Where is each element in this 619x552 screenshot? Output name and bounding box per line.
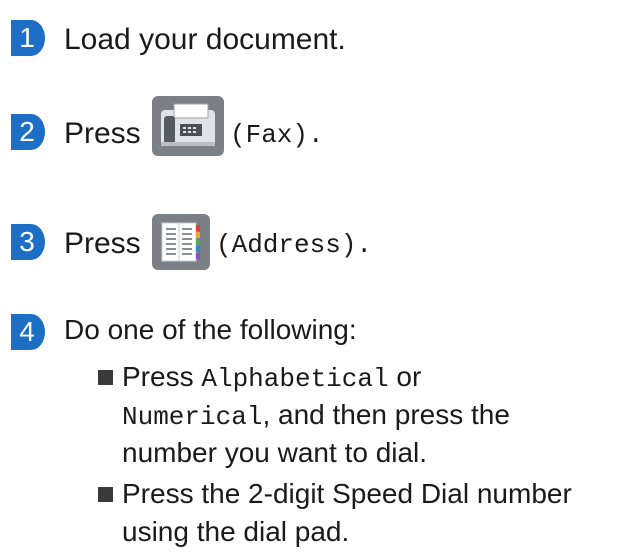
step-3-press-label: Press bbox=[64, 227, 141, 260]
numerical-option: Numerical bbox=[122, 402, 263, 432]
step-4-text: Do one of the following: bbox=[64, 314, 357, 345]
fax-icon bbox=[161, 103, 215, 146]
bullet-1-line-2: Numerical, and then press the bbox=[122, 399, 510, 432]
bullet-1-line-1: Press Alphabetical or bbox=[122, 361, 422, 394]
address-book-icon bbox=[161, 222, 200, 262]
address-button[interactable] bbox=[152, 214, 210, 270]
step-3-button-caption: (Address). bbox=[216, 230, 373, 260]
step-2-press-label: Press bbox=[64, 117, 141, 150]
bullet-square bbox=[98, 487, 113, 502]
bullet-2-line-1: Press the 2-digit Speed Dial number bbox=[122, 478, 572, 509]
step-1-text: Load your document. bbox=[64, 23, 346, 56]
step-number-4: 4 bbox=[9, 312, 45, 352]
bullet-square bbox=[98, 370, 113, 385]
bullet-2-line-2: using the dial pad. bbox=[122, 516, 350, 547]
fax-button[interactable] bbox=[152, 96, 224, 156]
bullet-1-line-3: number you want to dial. bbox=[122, 437, 428, 468]
step-number-3: 3 bbox=[9, 222, 45, 262]
step-2-button-caption: (Fax). bbox=[230, 120, 324, 150]
step-number-1: 1 bbox=[9, 18, 45, 58]
alphabetical-option: Alphabetical bbox=[201, 364, 389, 394]
step-number-2: 2 bbox=[9, 112, 45, 152]
